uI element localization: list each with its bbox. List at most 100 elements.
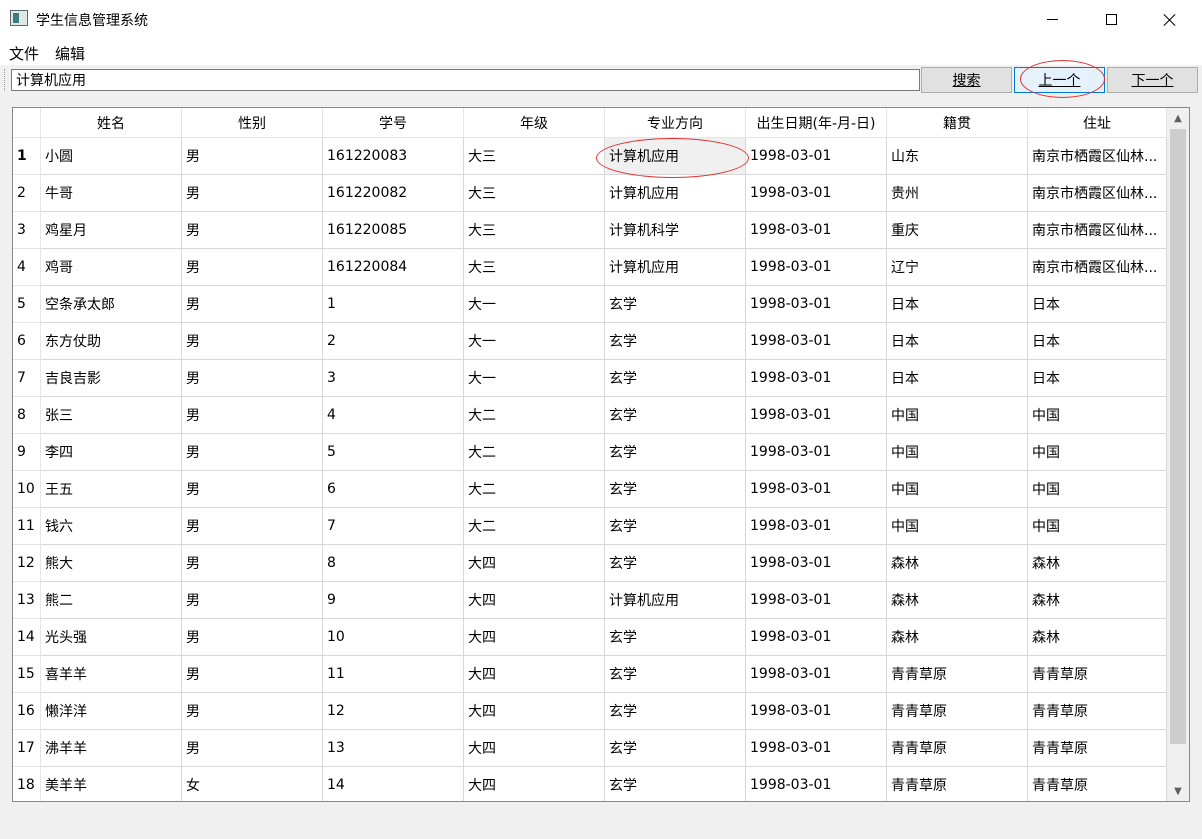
table-cell[interactable]: 男 <box>182 619 323 656</box>
row-header[interactable]: 4 <box>13 249 41 286</box>
table-cell[interactable]: 光头强 <box>41 619 182 656</box>
close-button[interactable] <box>1142 0 1198 39</box>
table-cell[interactable]: 中国 <box>1028 397 1167 434</box>
table-cell[interactable]: 大一 <box>464 286 605 323</box>
table-cell[interactable]: 161220083 <box>323 138 464 175</box>
row-header[interactable]: 12 <box>13 545 41 582</box>
row-header[interactable]: 2 <box>13 175 41 212</box>
table-cell[interactable]: 1998-03-01 <box>746 212 887 249</box>
table-cell[interactable]: 大二 <box>464 434 605 471</box>
table-cell[interactable]: 男 <box>182 693 323 730</box>
table-cell[interactable]: 玄学 <box>605 397 746 434</box>
table-cell[interactable]: 日本 <box>1028 360 1167 397</box>
prev-button[interactable]: 上一个 <box>1014 67 1105 93</box>
table-cell[interactable]: 14 <box>323 767 464 801</box>
table-row[interactable]: 3 鸡星月男 161220085 大三 计算机科学 1998-03-01 重庆 南京市栖霞区仙… <box>13 212 1167 249</box>
table-cell[interactable]: 鸡星月 <box>41 212 182 249</box>
table-row[interactable]: 18 美羊羊女 14 大四 玄学 1998-03-01 青青草原 青青草原 <box>13 767 1167 801</box>
table-cell[interactable]: 计算机应用 <box>605 175 746 212</box>
toolbar-grip[interactable] <box>4 69 7 91</box>
row-header[interactable]: 7 <box>13 360 41 397</box>
table-cell[interactable]: 161220084 <box>323 249 464 286</box>
table-cell[interactable]: 美羊羊 <box>41 767 182 801</box>
column-header-gender[interactable]: 性别 <box>182 108 323 138</box>
table-cell[interactable]: 161220085 <box>323 212 464 249</box>
scroll-up-arrow-icon[interactable]: ▲ <box>1167 108 1189 128</box>
table-cell[interactable]: 森林 <box>887 582 1028 619</box>
column-header-address[interactable]: 住址 <box>1028 108 1167 138</box>
table-cell[interactable]: 1998-03-01 <box>746 434 887 471</box>
table-cell[interactable]: 青青草原 <box>887 767 1028 801</box>
table-corner[interactable] <box>13 108 41 138</box>
table-cell[interactable]: 1998-03-01 <box>746 471 887 508</box>
row-header[interactable]: 14 <box>13 619 41 656</box>
search-input[interactable] <box>11 69 920 91</box>
table-cell[interactable]: 1998-03-01 <box>746 508 887 545</box>
table-cell[interactable]: 大四 <box>464 730 605 767</box>
table-cell[interactable]: 6 <box>323 471 464 508</box>
table-cell[interactable]: 男 <box>182 323 323 360</box>
table-cell[interactable]: 森林 <box>1028 545 1167 582</box>
table-cell[interactable]: 李四 <box>41 434 182 471</box>
table-cell[interactable]: 日本 <box>1028 323 1167 360</box>
table-cell[interactable]: 中国 <box>1028 434 1167 471</box>
table-cell[interactable]: 9 <box>323 582 464 619</box>
table-cell[interactable]: 1998-03-01 <box>746 286 887 323</box>
maximize-button[interactable] <box>1083 0 1139 39</box>
table-cell[interactable]: 大四 <box>464 545 605 582</box>
table-cell[interactable]: 日本 <box>887 323 1028 360</box>
table-cell[interactable]: 13 <box>323 730 464 767</box>
table-cell[interactable]: 中国 <box>887 471 1028 508</box>
table-cell[interactable]: 南京市栖霞区仙林... <box>1028 212 1167 249</box>
table-cell[interactable]: 男 <box>182 138 323 175</box>
row-header[interactable]: 15 <box>13 656 41 693</box>
table-cell[interactable]: 8 <box>323 545 464 582</box>
table-cell[interactable]: 森林 <box>1028 582 1167 619</box>
table-cell[interactable]: 重庆 <box>887 212 1028 249</box>
minimize-button[interactable] <box>1024 0 1080 39</box>
table-cell[interactable]: 2 <box>323 323 464 360</box>
table-cell[interactable]: 中国 <box>887 397 1028 434</box>
table-row[interactable]: 2 牛哥男 161220082 大三 计算机应用 1998-03-01 贵州 南京市栖霞区仙林… <box>13 175 1167 212</box>
table-cell[interactable]: 熊二 <box>41 582 182 619</box>
table-cell[interactable]: 1998-03-01 <box>746 619 887 656</box>
table-row[interactable]: 6 东方仗助男 2 大一 玄学 1998-03-01 日本 日本 <box>13 323 1167 360</box>
table-cell[interactable]: 森林 <box>1028 619 1167 656</box>
table-cell[interactable]: 男 <box>182 730 323 767</box>
table-cell[interactable]: 辽宁 <box>887 249 1028 286</box>
table-cell[interactable]: 中国 <box>1028 471 1167 508</box>
table-cell[interactable]: 大三 <box>464 138 605 175</box>
table-cell[interactable]: 12 <box>323 693 464 730</box>
table-cell[interactable]: 男 <box>182 212 323 249</box>
column-header-birthdate[interactable]: 出生日期(年-月-日) <box>746 108 887 138</box>
table-cell[interactable]: 玄学 <box>605 619 746 656</box>
table-row[interactable]: 9 李四男 5 大二 玄学 1998-03-01 中国 中国 <box>13 434 1167 471</box>
column-header-hometown[interactable]: 籍贯 <box>887 108 1028 138</box>
table-cell[interactable]: 山东 <box>887 138 1028 175</box>
table-cell[interactable]: 男 <box>182 397 323 434</box>
table-cell[interactable]: 7 <box>323 508 464 545</box>
table-cell[interactable]: 大二 <box>464 471 605 508</box>
table-cell[interactable]: 中国 <box>887 508 1028 545</box>
table-cell[interactable]: 青青草原 <box>1028 693 1167 730</box>
table-cell[interactable]: 计算机应用 <box>605 249 746 286</box>
table-cell[interactable]: 玄学 <box>605 286 746 323</box>
table-cell[interactable]: 南京市栖霞区仙林... <box>1028 249 1167 286</box>
table-row[interactable]: 5 空条承太郎男 1 大一 玄学 1998-03-01 日本 日本 <box>13 286 1167 323</box>
table-cell[interactable]: 大四 <box>464 619 605 656</box>
table-cell[interactable]: 1998-03-01 <box>746 767 887 801</box>
row-header[interactable]: 8 <box>13 397 41 434</box>
table-row[interactable]: 12 熊大男 8 大四 玄学 1998-03-01 森林 森林 <box>13 545 1167 582</box>
table-row[interactable]: 11 钱六男 7 大二 玄学 1998-03-01 中国 中国 <box>13 508 1167 545</box>
table-cell[interactable]: 玄学 <box>605 693 746 730</box>
row-header[interactable]: 9 <box>13 434 41 471</box>
table-cell[interactable]: 玄学 <box>605 656 746 693</box>
table-cell[interactable]: 大三 <box>464 249 605 286</box>
table-cell[interactable]: 牛哥 <box>41 175 182 212</box>
table-row[interactable]: 16 懒洋洋男 12 大四 玄学 1998-03-01 青青草原 青青草原 <box>13 693 1167 730</box>
column-header-grade[interactable]: 年级 <box>464 108 605 138</box>
table-row[interactable]: 1 小圆男 161220083 大三 计算机应用 1998-03-01 山东 南京市栖霞区仙林… <box>13 138 1167 175</box>
table-cell[interactable]: 大四 <box>464 582 605 619</box>
table-cell[interactable]: 青青草原 <box>1028 656 1167 693</box>
table-cell[interactable]: 东方仗助 <box>41 323 182 360</box>
